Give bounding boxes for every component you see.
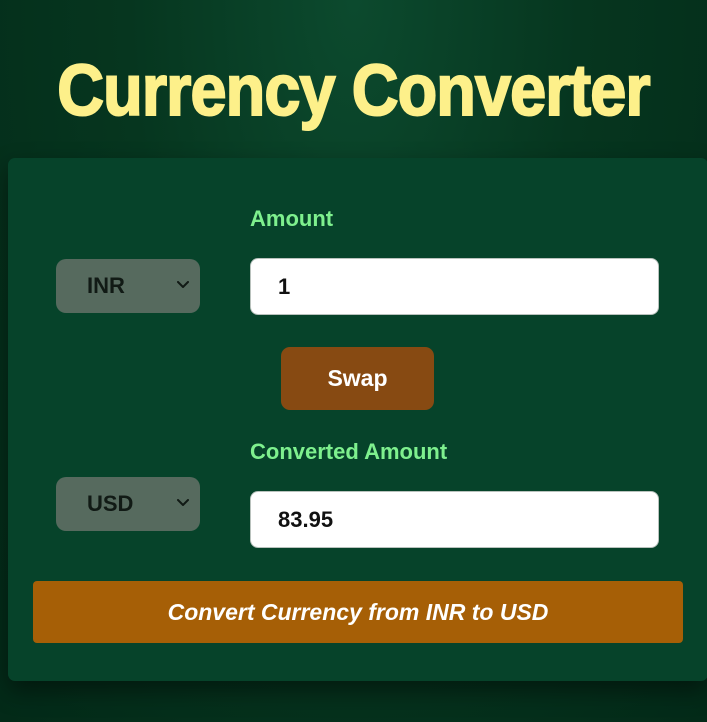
converted-amount-label: Converted Amount bbox=[250, 439, 448, 464]
page-title: Currency Converter bbox=[56, 50, 651, 132]
converted-amount-field[interactable]: 83.95 bbox=[250, 491, 659, 548]
from-currency-select[interactable]: INR bbox=[56, 259, 200, 313]
amount-label: Amount bbox=[250, 206, 334, 231]
to-currency-select[interactable]: USD bbox=[56, 477, 200, 531]
converter-card: Amount INR 1 Swap Converted Amount USD 8… bbox=[8, 158, 707, 681]
swap-button[interactable]: Swap bbox=[281, 347, 434, 410]
chevron-down-icon bbox=[177, 499, 189, 506]
chevron-down-icon bbox=[177, 281, 189, 288]
to-currency-value: USD bbox=[87, 491, 134, 516]
converted-amount-value: 83.95 bbox=[278, 506, 334, 532]
amount-input[interactable]: 1 bbox=[250, 258, 659, 315]
convert-button[interactable]: Convert Currency from INR to USD bbox=[33, 581, 683, 643]
from-currency-value: INR bbox=[87, 273, 125, 298]
amount-value: 1 bbox=[278, 273, 291, 299]
